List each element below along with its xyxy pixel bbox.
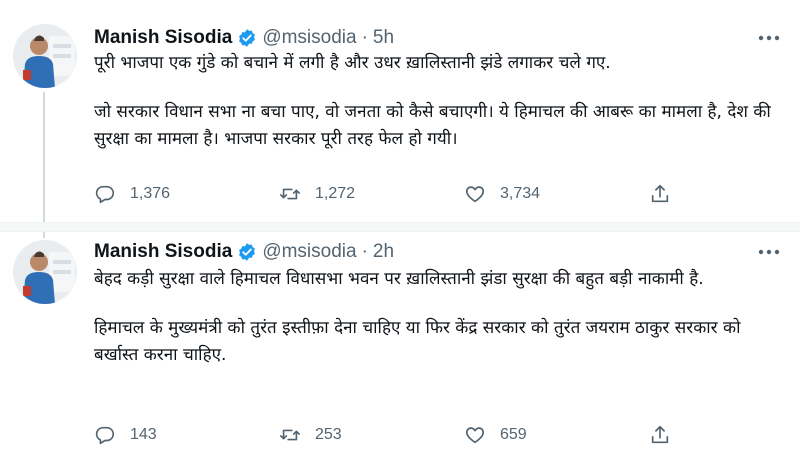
- reply-icon: [95, 185, 115, 204]
- avatar[interactable]: [13, 24, 77, 88]
- retweet-icon: [280, 188, 300, 200]
- more-options-icon[interactable]: [756, 28, 782, 48]
- tweet-timestamp[interactable]: 2h: [373, 241, 394, 263]
- like-icon: [465, 427, 485, 444]
- author-handle[interactable]: @msisodia: [262, 241, 356, 263]
- tweet-paragraph: बेहद कड़ी सुरक्षा वाले हिमाचल विधासभा भव…: [94, 269, 704, 289]
- tweet-header: Manish Sisodia @msisodia · 2h: [94, 238, 394, 266]
- tweet-actions: 143 253 659: [94, 421, 694, 449]
- retweet-icon: [280, 429, 300, 441]
- like-button[interactable]: 3,734: [464, 183, 649, 205]
- tweet-actions: 1,376 1,272 3,734: [94, 180, 694, 208]
- avatar[interactable]: [13, 240, 77, 304]
- verified-badge-icon: [237, 242, 257, 262]
- share-button[interactable]: [649, 183, 689, 205]
- tweet[interactable]: Manish Sisodia @msisodia · 5h पूरी भाजपा…: [0, 0, 800, 221]
- reply-icon: [95, 426, 115, 445]
- header-separator: ·: [361, 27, 368, 48]
- retweet-count: 1,272: [315, 185, 356, 202]
- tweet[interactable]: Manish Sisodia @msisodia · 2h बेहद कड़ी …: [0, 230, 800, 462]
- share-button[interactable]: [649, 424, 689, 446]
- like-button[interactable]: 659: [464, 424, 649, 446]
- avatar-photo-icon: [13, 240, 77, 304]
- author-name[interactable]: Manish Sisodia: [94, 27, 232, 49]
- tweet-paragraph: पूरी भाजपा एक गुंडे को बचाने में लगी है …: [94, 53, 611, 73]
- like-count: 659: [500, 426, 527, 443]
- retweet-button[interactable]: 253: [279, 424, 464, 446]
- reply-count: 143: [130, 426, 157, 443]
- retweet-button[interactable]: 1,272: [279, 183, 464, 205]
- tweet-text: पूरी भाजपा एक गुंडे को बचाने में लगी है …: [94, 50, 784, 153]
- author-handle[interactable]: @msisodia: [262, 27, 356, 49]
- retweet-count: 253: [315, 426, 342, 443]
- header-separator: ·: [361, 241, 368, 262]
- tweet-header: Manish Sisodia @msisodia · 5h: [94, 24, 394, 52]
- reply-count: 1,376: [130, 185, 171, 202]
- more-options-icon[interactable]: [756, 242, 782, 262]
- tweet-text: बेहद कड़ी सुरक्षा वाले हिमाचल विधासभा भव…: [94, 266, 784, 369]
- like-count: 3,734: [500, 185, 541, 202]
- tweet-paragraph: जो सरकार विधान सभा ना बचा पाए, वो जनता क…: [94, 102, 771, 149]
- reply-button[interactable]: 143: [94, 424, 279, 446]
- tweet-feed: Manish Sisodia @msisodia · 5h पूरी भाजपा…: [0, 0, 800, 462]
- avatar-photo-icon: [13, 24, 77, 88]
- like-icon: [465, 186, 485, 203]
- reply-button[interactable]: 1,376: [94, 183, 279, 205]
- tweet-timestamp[interactable]: 5h: [373, 27, 394, 49]
- author-name[interactable]: Manish Sisodia: [94, 241, 232, 263]
- verified-badge-icon: [237, 28, 257, 48]
- tweet-paragraph: हिमाचल के मुख्यमंत्री को तुरंत इस्तीफ़ा …: [94, 318, 741, 365]
- share-icon: [651, 425, 669, 444]
- share-icon: [651, 184, 669, 203]
